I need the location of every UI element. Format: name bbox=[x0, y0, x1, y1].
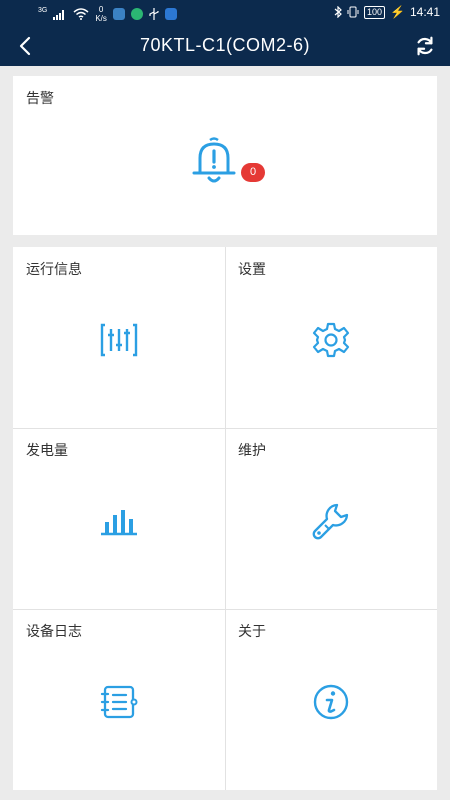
bluetooth-icon bbox=[334, 6, 342, 18]
signal-icon bbox=[53, 9, 65, 20]
network-speed: 0 K/s bbox=[95, 5, 107, 23]
gear-icon bbox=[312, 322, 350, 358]
battery-indicator: 100 bbox=[363, 5, 386, 19]
menu-grid: 运行信息 设置 发电量 维护 设备日志 关于 bbox=[13, 247, 437, 790]
alarm-label: 告警 bbox=[26, 91, 54, 107]
speed-unit: K/s bbox=[95, 14, 107, 23]
bar-chart-icon bbox=[101, 510, 137, 536]
alarm-count-badge: 0 bbox=[241, 163, 265, 182]
app-notification-icon bbox=[112, 8, 125, 20]
menu-tile-label: 关于 bbox=[238, 624, 266, 640]
menu-tile-label: 维护 bbox=[238, 443, 266, 459]
menu-tile-label: 运行信息 bbox=[26, 262, 82, 278]
menu-tile-about[interactable]: 关于 bbox=[225, 609, 437, 790]
network-type: 3G bbox=[38, 7, 48, 14]
menu-tile-running-info[interactable]: 运行信息 bbox=[13, 247, 225, 428]
speed-value: 0 bbox=[98, 5, 104, 14]
menu-tile-label: 设置 bbox=[238, 262, 266, 278]
page-title: 70KTL-C1(COM2-6) bbox=[139, 35, 311, 55]
vibrate-icon bbox=[347, 6, 359, 18]
bell-icon bbox=[192, 137, 236, 183]
usb-icon bbox=[149, 8, 159, 20]
menu-tile-maintenance[interactable]: 维护 bbox=[225, 428, 437, 609]
refresh-icon[interactable] bbox=[414, 35, 436, 57]
menu-tile-settings[interactable]: 设置 bbox=[225, 247, 437, 428]
alarm-card[interactable]: 告警 0 bbox=[13, 76, 437, 235]
app-notification-icon-3 bbox=[164, 8, 177, 20]
app-notification-icon-2 bbox=[130, 8, 143, 20]
menu-tile-energy[interactable]: 发电量 bbox=[13, 428, 225, 609]
clock: 14:41 bbox=[409, 5, 440, 19]
menu-tile-label: 设备日志 bbox=[26, 624, 82, 640]
menu-tile-label: 发电量 bbox=[26, 443, 68, 459]
charging-icon: ⚡ bbox=[390, 5, 405, 19]
wrench-icon bbox=[312, 503, 349, 540]
wifi-icon bbox=[73, 8, 89, 20]
menu-tile-device-log[interactable]: 设备日志 bbox=[13, 609, 225, 790]
sliders-icon bbox=[100, 323, 138, 357]
app-bar: 70KTL-C1(COM2-6) bbox=[0, 26, 450, 66]
info-icon bbox=[313, 684, 349, 720]
log-book-icon bbox=[100, 685, 138, 719]
status-bar: 3G 0 K/s 100 ⚡ 14:41 bbox=[0, 0, 450, 26]
